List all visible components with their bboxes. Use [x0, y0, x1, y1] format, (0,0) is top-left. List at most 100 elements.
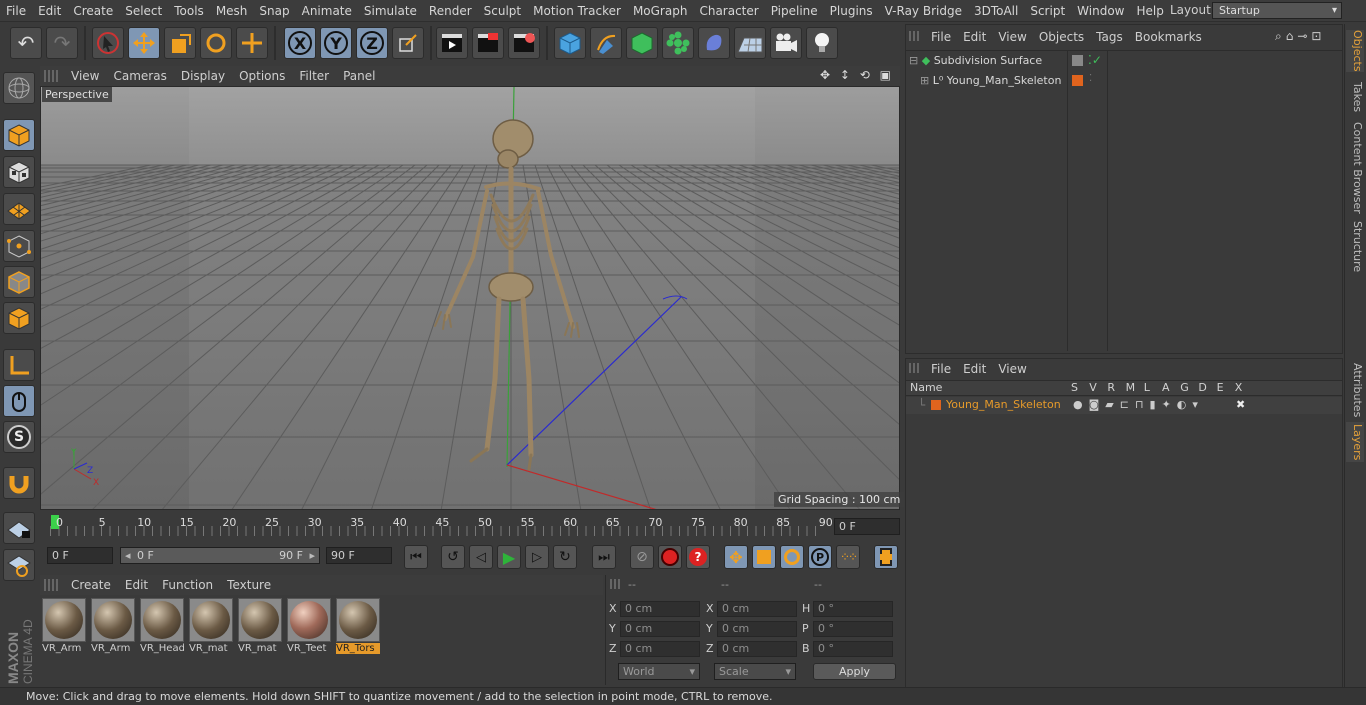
- start-frame-field[interactable]: 0 F: [47, 547, 113, 564]
- perspective-viewport[interactable]: Y X Z: [40, 86, 900, 510]
- menu-animate[interactable]: Animate: [296, 4, 358, 18]
- camera-label[interactable]: Perspective: [42, 87, 112, 102]
- scale-tool-button[interactable]: [164, 27, 196, 59]
- layer-color-swatch[interactable]: [931, 400, 941, 410]
- layer-color-swatch[interactable]: [1072, 75, 1083, 86]
- material-swatch[interactable]: VR_Arm: [42, 598, 86, 656]
- menu-simulate[interactable]: Simulate: [358, 4, 423, 18]
- menu-v-ray-bridge[interactable]: V-Ray Bridge: [879, 4, 968, 18]
- current-frame-field[interactable]: 0 F: [834, 518, 900, 535]
- floor-object-button[interactable]: [734, 27, 766, 59]
- layer-column-header[interactable]: S: [1071, 381, 1078, 396]
- layer-column-header[interactable]: G: [1180, 381, 1189, 396]
- layer-menu-view[interactable]: View: [992, 362, 1032, 376]
- prev-key-button[interactable]: ↺: [441, 545, 465, 569]
- menu-sculpt[interactable]: Sculpt: [478, 4, 527, 18]
- layer-column-header[interactable]: D: [1198, 381, 1206, 396]
- render-region-button[interactable]: [472, 27, 504, 59]
- size-mode-dropdown[interactable]: Scale ▾: [714, 663, 796, 680]
- transform-tool-button[interactable]: [236, 27, 268, 59]
- object-menu-view[interactable]: View: [992, 30, 1032, 44]
- material-menu-function[interactable]: Function: [155, 578, 220, 592]
- pen-spline-button[interactable]: [590, 27, 622, 59]
- timeline-window-button[interactable]: [874, 545, 898, 569]
- viewport-menu-filter[interactable]: Filter: [292, 69, 336, 83]
- object-menu-objects[interactable]: Objects: [1033, 30, 1090, 44]
- goto-start-button[interactable]: ⏮: [404, 545, 428, 569]
- edges-mode-button[interactable]: [3, 266, 35, 298]
- layer-column-header[interactable]: X: [1235, 381, 1243, 396]
- x-axis-lock-button[interactable]: X: [284, 27, 316, 59]
- material-menu-create[interactable]: Create: [64, 578, 118, 592]
- object-menu-tags[interactable]: Tags: [1090, 30, 1129, 44]
- material-swatch[interactable]: VR_Tors: [336, 598, 380, 656]
- object-menu-edit[interactable]: Edit: [957, 30, 992, 44]
- tab-objects[interactable]: Objects: [1346, 30, 1364, 72]
- coord-value-field[interactable]: 0 cm: [717, 641, 797, 657]
- layer-flag-icons[interactable]: ●◙▰⊏⊓▮✦◐▾: [1073, 398, 1204, 411]
- material-swatch[interactable]: VR_Arm: [91, 598, 135, 656]
- next-key-button[interactable]: ↻: [553, 545, 577, 569]
- prev-frame-button[interactable]: ◁: [469, 545, 493, 569]
- key-scale-button[interactable]: [752, 545, 776, 569]
- live-selection-button[interactable]: [92, 27, 124, 59]
- material-swatch[interactable]: VR_Head: [140, 598, 184, 656]
- object-menu-file[interactable]: File: [925, 30, 957, 44]
- viewport-menu-view[interactable]: View: [64, 69, 106, 83]
- light-object-button[interactable]: [806, 27, 838, 59]
- coord-value-field[interactable]: 0 °: [813, 641, 893, 657]
- key-pla-button[interactable]: ⁘⁘: [836, 545, 860, 569]
- tree-expand-icon[interactable]: ⊞: [920, 74, 929, 87]
- deformer-button[interactable]: [698, 27, 730, 59]
- menu-create[interactable]: Create: [67, 4, 119, 18]
- object-row-skeleton[interactable]: ⊞ L⁰ Young_Man_Skeleton: [920, 74, 1061, 87]
- coord-value-field[interactable]: 0 cm: [620, 621, 700, 637]
- record-button[interactable]: [658, 545, 682, 569]
- preview-range-slider[interactable]: ◂ 0 F 90 F ▸: [120, 547, 320, 564]
- viewport-menu-panel[interactable]: Panel: [336, 69, 382, 83]
- material-swatch[interactable]: VR_mat: [189, 598, 233, 656]
- menu-select[interactable]: Select: [119, 4, 168, 18]
- rotate-tool-button[interactable]: [200, 27, 232, 59]
- points-mode-button[interactable]: [3, 230, 35, 262]
- y-axis-lock-button[interactable]: Y: [320, 27, 352, 59]
- menu-tools[interactable]: Tools: [168, 4, 210, 18]
- material-menu-texture[interactable]: Texture: [220, 578, 278, 592]
- drag-handle-icon[interactable]: [909, 31, 921, 41]
- layer-menu-file[interactable]: File: [925, 362, 957, 376]
- locked-workplane-button[interactable]: [3, 512, 35, 544]
- drag-handle-icon[interactable]: [44, 579, 58, 591]
- play-button[interactable]: ▶: [497, 545, 521, 569]
- tree-collapse-icon[interactable]: ⊟: [909, 54, 918, 67]
- coord-value-field[interactable]: 0 cm: [620, 641, 700, 657]
- polygons-mode-button[interactable]: [3, 302, 35, 334]
- z-axis-lock-button[interactable]: Z: [356, 27, 388, 59]
- material-menu-edit[interactable]: Edit: [118, 578, 155, 592]
- enabled-check-icon[interactable]: ⁚✓: [1088, 53, 1102, 67]
- menu-plugins[interactable]: Plugins: [824, 4, 879, 18]
- tab-attributes[interactable]: Attributes: [1346, 362, 1364, 418]
- menu-snap[interactable]: Snap: [253, 4, 295, 18]
- menu-character[interactable]: Character: [693, 4, 764, 18]
- menu-motion-tracker[interactable]: Motion Tracker: [527, 4, 627, 18]
- coord-value-field[interactable]: 0 cm: [620, 601, 700, 617]
- material-swatch[interactable]: VR_Teet: [287, 598, 331, 656]
- coord-value-field[interactable]: 0 cm: [717, 601, 797, 617]
- goto-end-button[interactable]: ⏭: [592, 545, 616, 569]
- layer-menu-edit[interactable]: Edit: [957, 362, 992, 376]
- menu-edit[interactable]: Edit: [32, 4, 67, 18]
- texture-mode-button[interactable]: [3, 156, 35, 188]
- snap-toggle-button[interactable]: S: [3, 421, 35, 453]
- layer-column-header[interactable]: M: [1126, 381, 1136, 396]
- key-param-button[interactable]: P: [808, 545, 832, 569]
- menu-mesh[interactable]: Mesh: [210, 4, 254, 18]
- camera-object-button[interactable]: [770, 27, 802, 59]
- move-tool-button[interactable]: [128, 27, 160, 59]
- coord-value-field[interactable]: 0 °: [813, 621, 893, 637]
- object-nav-icons[interactable]: ⌕⌂⊸⊡: [1275, 29, 1325, 44]
- layer-name[interactable]: Young_Man_Skeleton: [946, 398, 1061, 411]
- render-settings-button[interactable]: [508, 27, 540, 59]
- menu-mograph[interactable]: MoGraph: [627, 4, 694, 18]
- render-view-button[interactable]: [436, 27, 468, 59]
- magnet-button[interactable]: [3, 467, 35, 499]
